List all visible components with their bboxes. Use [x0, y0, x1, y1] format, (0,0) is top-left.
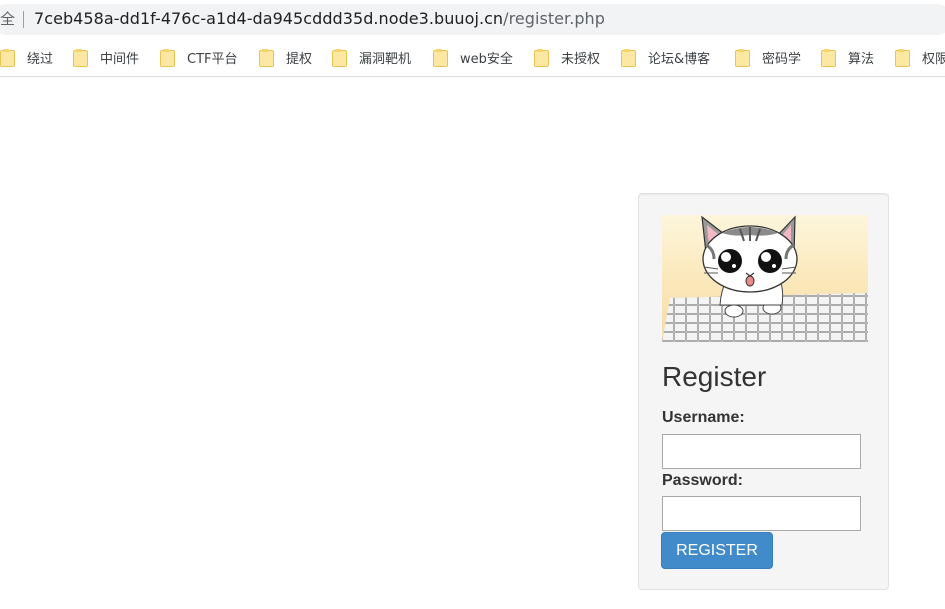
folder-icon [259, 49, 274, 67]
url-host: 7ceb458a-dd1f-476c-a1d4-da945cddd35d.nod… [34, 9, 504, 28]
address-bar: 全 7ceb458a-dd1f-476c-a1d4-da945cddd35d.n… [0, 0, 945, 38]
folder-icon [821, 49, 836, 67]
bookmark-label: 论坛&博客 [648, 51, 711, 67]
bookmark-folder-forums-blogs[interactable]: 论坛&博客 [621, 47, 710, 67]
bookmark-label: 中间件 [100, 51, 140, 67]
bookmark-label: 提权 [286, 51, 313, 67]
folder-icon [160, 49, 175, 67]
bookmark-label: 绕过 [27, 51, 54, 67]
folder-icon [433, 49, 448, 67]
bookmark-folder-privilege-escalation[interactable]: 提权 [259, 47, 312, 67]
folder-icon [73, 49, 88, 67]
bookmark-label: 密码学 [762, 51, 802, 67]
folder-icon [895, 49, 910, 67]
folder-icon [534, 49, 549, 67]
url-text[interactable]: 7ceb458a-dd1f-476c-a1d4-da945cddd35d.nod… [34, 9, 605, 29]
bookmark-label: web安全 [460, 51, 513, 67]
bookmark-label: 权限 [922, 51, 945, 67]
bookmark-folder-cryptography[interactable]: 密码学 [735, 47, 801, 67]
bookmark-folder-ctf-platform[interactable]: CTF平台 [160, 47, 238, 67]
folder-icon [735, 49, 750, 67]
password-input[interactable] [662, 496, 861, 531]
bookmark-label: 漏洞靶机 [359, 51, 412, 67]
bookmark-label: 算法 [848, 51, 875, 67]
bookmark-folder-permissions[interactable]: 权限 [895, 47, 945, 67]
bookmark-folder-algorithms[interactable]: 算法 [821, 47, 874, 67]
register-card: Register Username: Password: REGISTER [638, 193, 889, 590]
cartoon-cat-on-keyboard-image [662, 215, 868, 342]
register-button[interactable]: REGISTER [661, 532, 773, 569]
username-label: Username: [662, 409, 745, 426]
bookmark-folder-bypass[interactable]: 绕过 [0, 47, 53, 67]
bookmark-folder-vuln-labs[interactable]: 漏洞靶机 [332, 47, 411, 67]
username-input[interactable] [662, 434, 861, 469]
security-indicator[interactable]: 全 [0, 9, 15, 29]
bookmark-folder-unauthorized[interactable]: 未授权 [534, 47, 600, 67]
bookmark-label: CTF平台 [187, 51, 238, 67]
bookmark-folder-web-security[interactable]: web安全 [433, 47, 513, 67]
register-title: Register [662, 361, 767, 392]
bookmark-label: 未授权 [561, 51, 601, 67]
cat-illustration [662, 215, 868, 342]
folder-icon [332, 49, 347, 67]
url-path: /register.php [503, 9, 605, 28]
bookmarks-bar: 绕过 中间件 CTF平台 提权 漏洞靶机 web安全 未授权 论坛&博客 密码学… [0, 38, 945, 77]
folder-icon [621, 49, 636, 67]
bookmark-folder-middleware[interactable]: 中间件 [73, 47, 139, 67]
url-divider [23, 11, 24, 28]
password-label: Password: [662, 472, 743, 489]
folder-icon [0, 49, 15, 67]
